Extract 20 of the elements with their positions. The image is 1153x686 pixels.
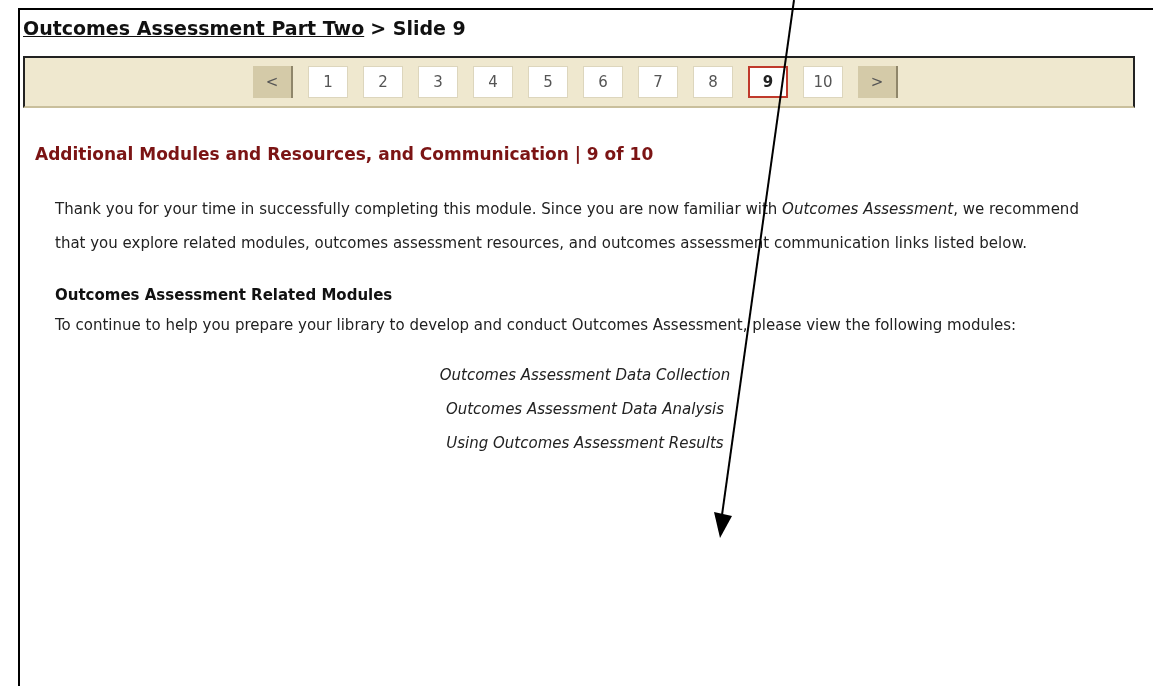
page-button[interactable]: 3 xyxy=(418,66,458,98)
page-button[interactable]: 7 xyxy=(638,66,678,98)
page-button[interactable]: 2 xyxy=(363,66,403,98)
page-button[interactable]: 1 xyxy=(308,66,348,98)
breadcrumb-current: > Slide 9 xyxy=(370,16,466,41)
module-link[interactable]: Outcomes Assessment Data Analysis xyxy=(445,392,725,426)
slide-heading: Additional Modules and Resources, and Communication | 9 of 10 xyxy=(35,143,655,166)
page-button[interactable]: 5 xyxy=(528,66,568,98)
page-button[interactable]: 9 xyxy=(748,66,788,98)
section-heading: Outcomes Assessment Related Modules xyxy=(55,284,394,306)
module-link[interactable]: Outcomes Assessment Data Collection xyxy=(439,358,731,392)
page-button[interactable]: 10 xyxy=(803,66,843,98)
page-button[interactable]: 6 xyxy=(583,66,623,98)
page-button[interactable]: 8 xyxy=(693,66,733,98)
module-link[interactable]: Using Outcomes Assessment Results xyxy=(446,426,724,460)
breadcrumb-link[interactable]: Outcomes Assessment Part Two xyxy=(23,14,365,43)
page-button[interactable]: 4 xyxy=(473,66,513,98)
section-paragraph: To continue to help you prepare your library to develop and conduct Outcomes Assessment, please view the following modules: xyxy=(55,315,1018,336)
next-button[interactable]: > xyxy=(858,66,898,98)
previous-button[interactable]: < xyxy=(253,66,293,98)
